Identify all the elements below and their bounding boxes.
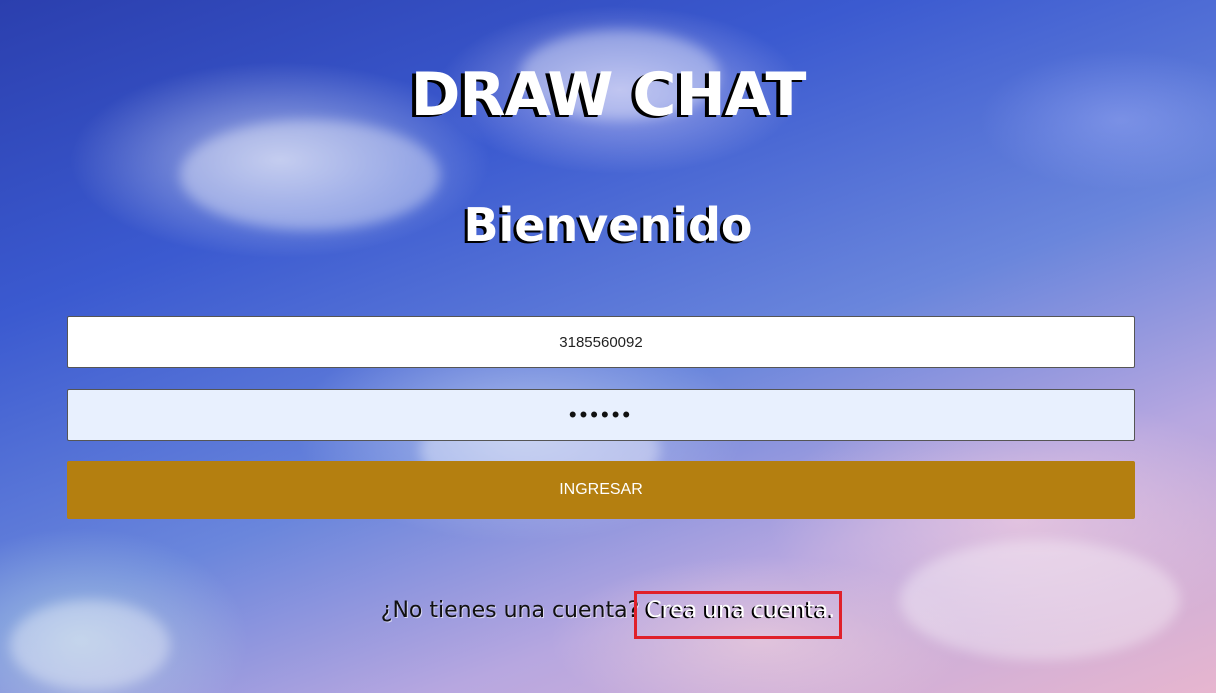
signup-prompt: ¿No tienes una cuenta? <box>380 598 640 623</box>
phone-input[interactable] <box>67 316 1135 368</box>
welcome-heading: Bienvenido <box>463 198 753 252</box>
create-account-link[interactable]: Crea una cuenta. <box>646 598 835 623</box>
app-title: DRAW CHAT <box>410 60 807 130</box>
password-input[interactable] <box>67 389 1135 441</box>
signup-row: ¿No tienes una cuenta? Crea una cuenta. <box>0 598 1216 623</box>
login-button[interactable]: INGRESAR <box>67 461 1135 519</box>
